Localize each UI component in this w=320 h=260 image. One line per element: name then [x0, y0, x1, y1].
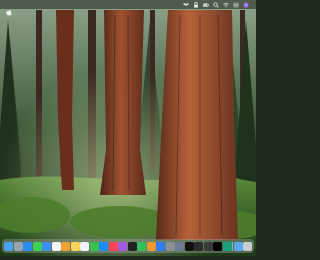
- safari-icon[interactable]: [23, 241, 32, 251]
- reminders-icon[interactable]: [80, 241, 89, 251]
- downloads-folder-icon[interactable]: [233, 241, 243, 251]
- apple-menu-icon[interactable]: [6, 1, 12, 16]
- launchpad-icon[interactable]: [13, 241, 23, 251]
- mail-icon[interactable]: [42, 241, 51, 251]
- tv-icon[interactable]: [127, 241, 137, 251]
- music-note-icon[interactable]: [213, 241, 222, 251]
- battery-icon[interactable]: [203, 2, 209, 8]
- dropbox-icon[interactable]: [183, 2, 189, 8]
- menu-bar: [0, 0, 256, 16]
- search-icon[interactable]: [213, 1, 219, 8]
- camera-app-icon[interactable]: [203, 241, 213, 251]
- wifi-icon[interactable]: [223, 2, 229, 8]
- dock-separator: [232, 241, 233, 251]
- tiktok-icon[interactable]: [184, 241, 194, 251]
- photos-icon[interactable]: [61, 241, 70, 251]
- keynote-icon[interactable]: [156, 241, 165, 251]
- chatgpt-icon[interactable]: [222, 241, 232, 251]
- messages-icon[interactable]: [32, 241, 42, 251]
- dock: [2, 239, 254, 253]
- lock-icon[interactable]: [193, 1, 199, 8]
- preview-icon[interactable]: [175, 241, 184, 251]
- calendar-icon[interactable]: [51, 241, 61, 251]
- trash-icon[interactable]: [243, 241, 252, 251]
- numbers-icon[interactable]: [137, 241, 146, 251]
- terminal-icon[interactable]: [194, 241, 203, 251]
- music-icon[interactable]: [108, 241, 118, 251]
- pages-icon[interactable]: [146, 241, 156, 251]
- finder-icon[interactable]: [4, 241, 13, 251]
- notes-icon[interactable]: [70, 241, 80, 251]
- facetime-icon[interactable]: [89, 241, 99, 251]
- control-center-icon[interactable]: [233, 2, 239, 8]
- forest-wallpaper: [0, 0, 265, 256]
- app-store-icon[interactable]: [99, 241, 108, 251]
- siri-icon[interactable]: [243, 1, 249, 8]
- system-settings-icon[interactable]: [165, 241, 175, 251]
- desktop-wallpaper: [0, 0, 265, 256]
- podcasts-icon[interactable]: [118, 241, 127, 251]
